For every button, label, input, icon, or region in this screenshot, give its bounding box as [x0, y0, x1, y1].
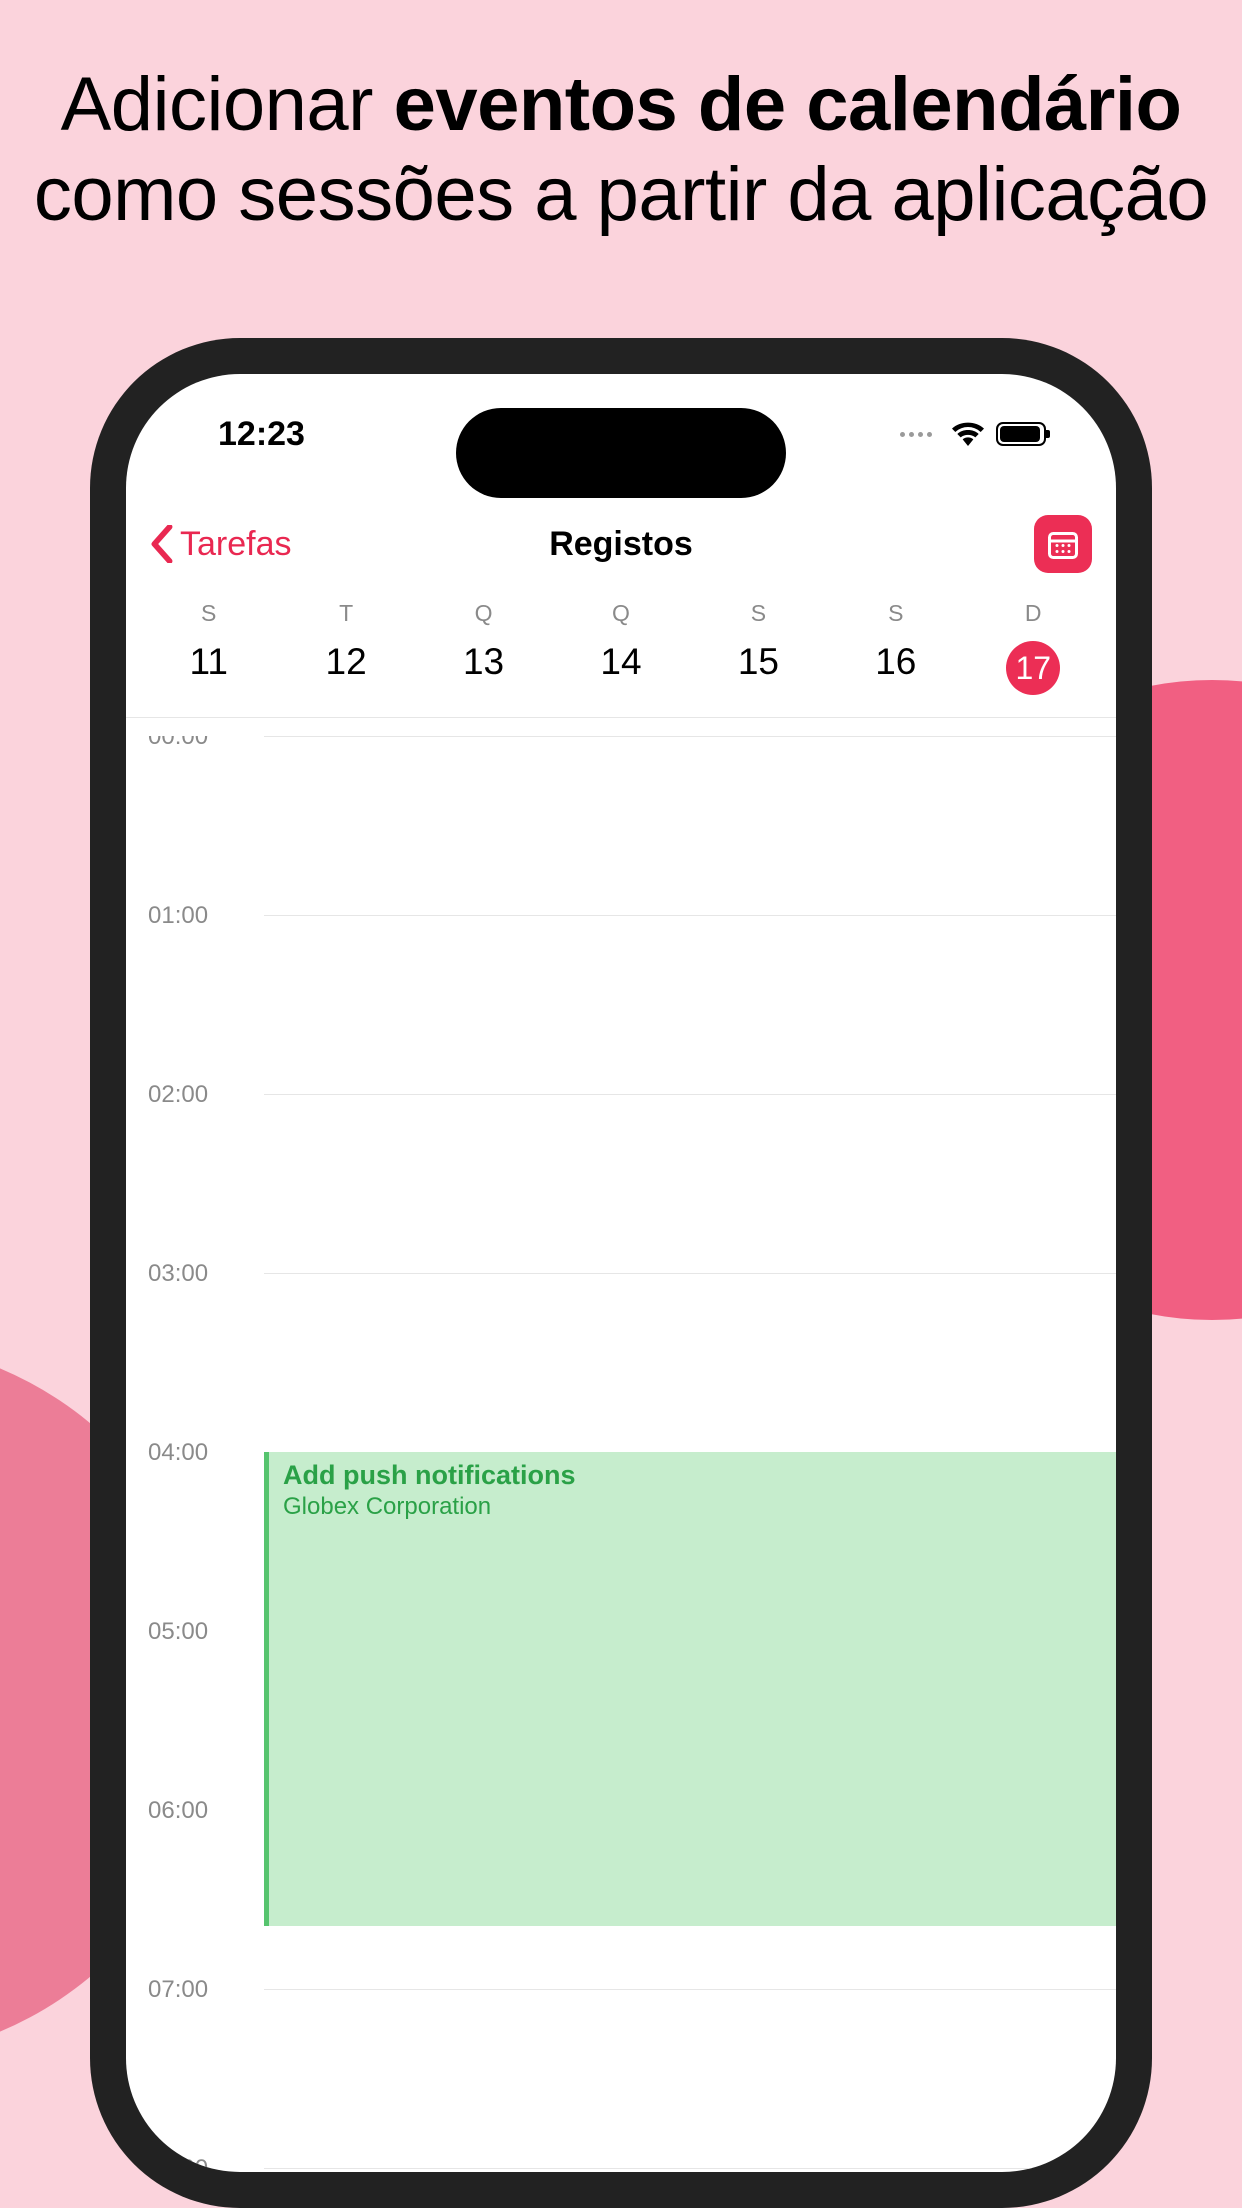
phone-frame: 12:23 Tarefas Registos S 11 T 12 Q 13 Q 14 S 15	[90, 338, 1152, 2208]
hour-line	[264, 1273, 1116, 1274]
event-subtitle: Globex Corporation	[283, 1493, 1102, 1521]
calendar-button[interactable]	[1034, 515, 1092, 573]
day-number: 14	[600, 641, 641, 683]
headline-bold: eventos de calendário	[394, 62, 1182, 147]
day-number: 11	[190, 641, 228, 683]
hour-row: 03:00	[126, 1273, 1116, 1452]
day-number: 15	[738, 641, 779, 683]
hour-label: 07:00	[148, 1976, 208, 2004]
day-col[interactable]: S 15	[690, 600, 827, 695]
hour-line	[264, 1989, 1116, 1990]
battery-icon	[996, 422, 1046, 446]
day-col[interactable]: S 16	[827, 600, 964, 695]
day-label: D	[1025, 600, 1042, 627]
nav-bar: Tarefas Registos	[126, 504, 1116, 584]
hour-line	[264, 915, 1116, 916]
day-label: Q	[475, 600, 493, 627]
hour-row: 07:00	[126, 1989, 1116, 2168]
hour-label: 02:00	[148, 1081, 208, 1109]
chevron-left-icon	[150, 525, 174, 563]
day-label: S	[888, 600, 903, 627]
event-title: Add push notifications	[283, 1460, 1102, 1491]
week-selector: S 11 T 12 Q 13 Q 14 S 15 S 16 D 17	[126, 600, 1116, 718]
hour-line	[264, 2168, 1116, 2169]
marketing-headline: Adicionar eventos de calendário como ses…	[0, 60, 1242, 239]
headline-pre: Adicionar	[61, 62, 394, 147]
day-col[interactable]: Q 13	[415, 600, 552, 695]
day-col[interactable]: D 17	[965, 600, 1102, 695]
status-indicators	[900, 422, 1056, 446]
phone-screen: 12:23 Tarefas Registos S 11 T 12 Q 13 Q 14 S 15	[126, 374, 1116, 2172]
day-number: 13	[463, 641, 504, 683]
headline-post: como sessões a partir da aplicação	[34, 152, 1208, 237]
day-label: S	[201, 600, 216, 627]
hour-row: 00:00	[126, 736, 1116, 915]
day-label: T	[339, 600, 353, 627]
hour-row: 02:00	[126, 1094, 1116, 1273]
day-label: S	[751, 600, 766, 627]
cellular-dots-icon	[900, 432, 932, 437]
hour-label: 08:00	[148, 2155, 208, 2172]
day-col[interactable]: S 11	[140, 600, 277, 695]
hour-line	[264, 1094, 1116, 1095]
day-number: 17	[1006, 641, 1060, 695]
day-number: 16	[875, 641, 916, 683]
hour-label: 00:00	[148, 736, 208, 751]
calendar-event[interactable]: Add push notificationsGlobex Corporation	[264, 1452, 1116, 1926]
hour-label: 04:00	[148, 1439, 208, 1467]
wifi-icon	[952, 422, 984, 446]
hour-line	[264, 736, 1116, 737]
page-title: Registos	[549, 525, 693, 564]
hour-row: 01:00	[126, 915, 1116, 1094]
hour-label: 05:00	[148, 1618, 208, 1646]
day-number: 12	[326, 641, 367, 683]
timeline[interactable]: 00:0001:0002:0003:0004:0005:0006:0007:00…	[126, 736, 1116, 2172]
calendar-icon	[1045, 526, 1081, 562]
back-button[interactable]: Tarefas	[150, 525, 292, 564]
day-col[interactable]: Q 14	[552, 600, 689, 695]
hour-label: 01:00	[148, 902, 208, 930]
status-time: 12:23	[186, 415, 305, 454]
day-label: Q	[612, 600, 630, 627]
notch	[456, 408, 786, 498]
hour-label: 03:00	[148, 1260, 208, 1288]
back-label: Tarefas	[180, 525, 292, 564]
day-col[interactable]: T 12	[277, 600, 414, 695]
hour-row: 08:00	[126, 2168, 1116, 2172]
hour-label: 06:00	[148, 1797, 208, 1825]
